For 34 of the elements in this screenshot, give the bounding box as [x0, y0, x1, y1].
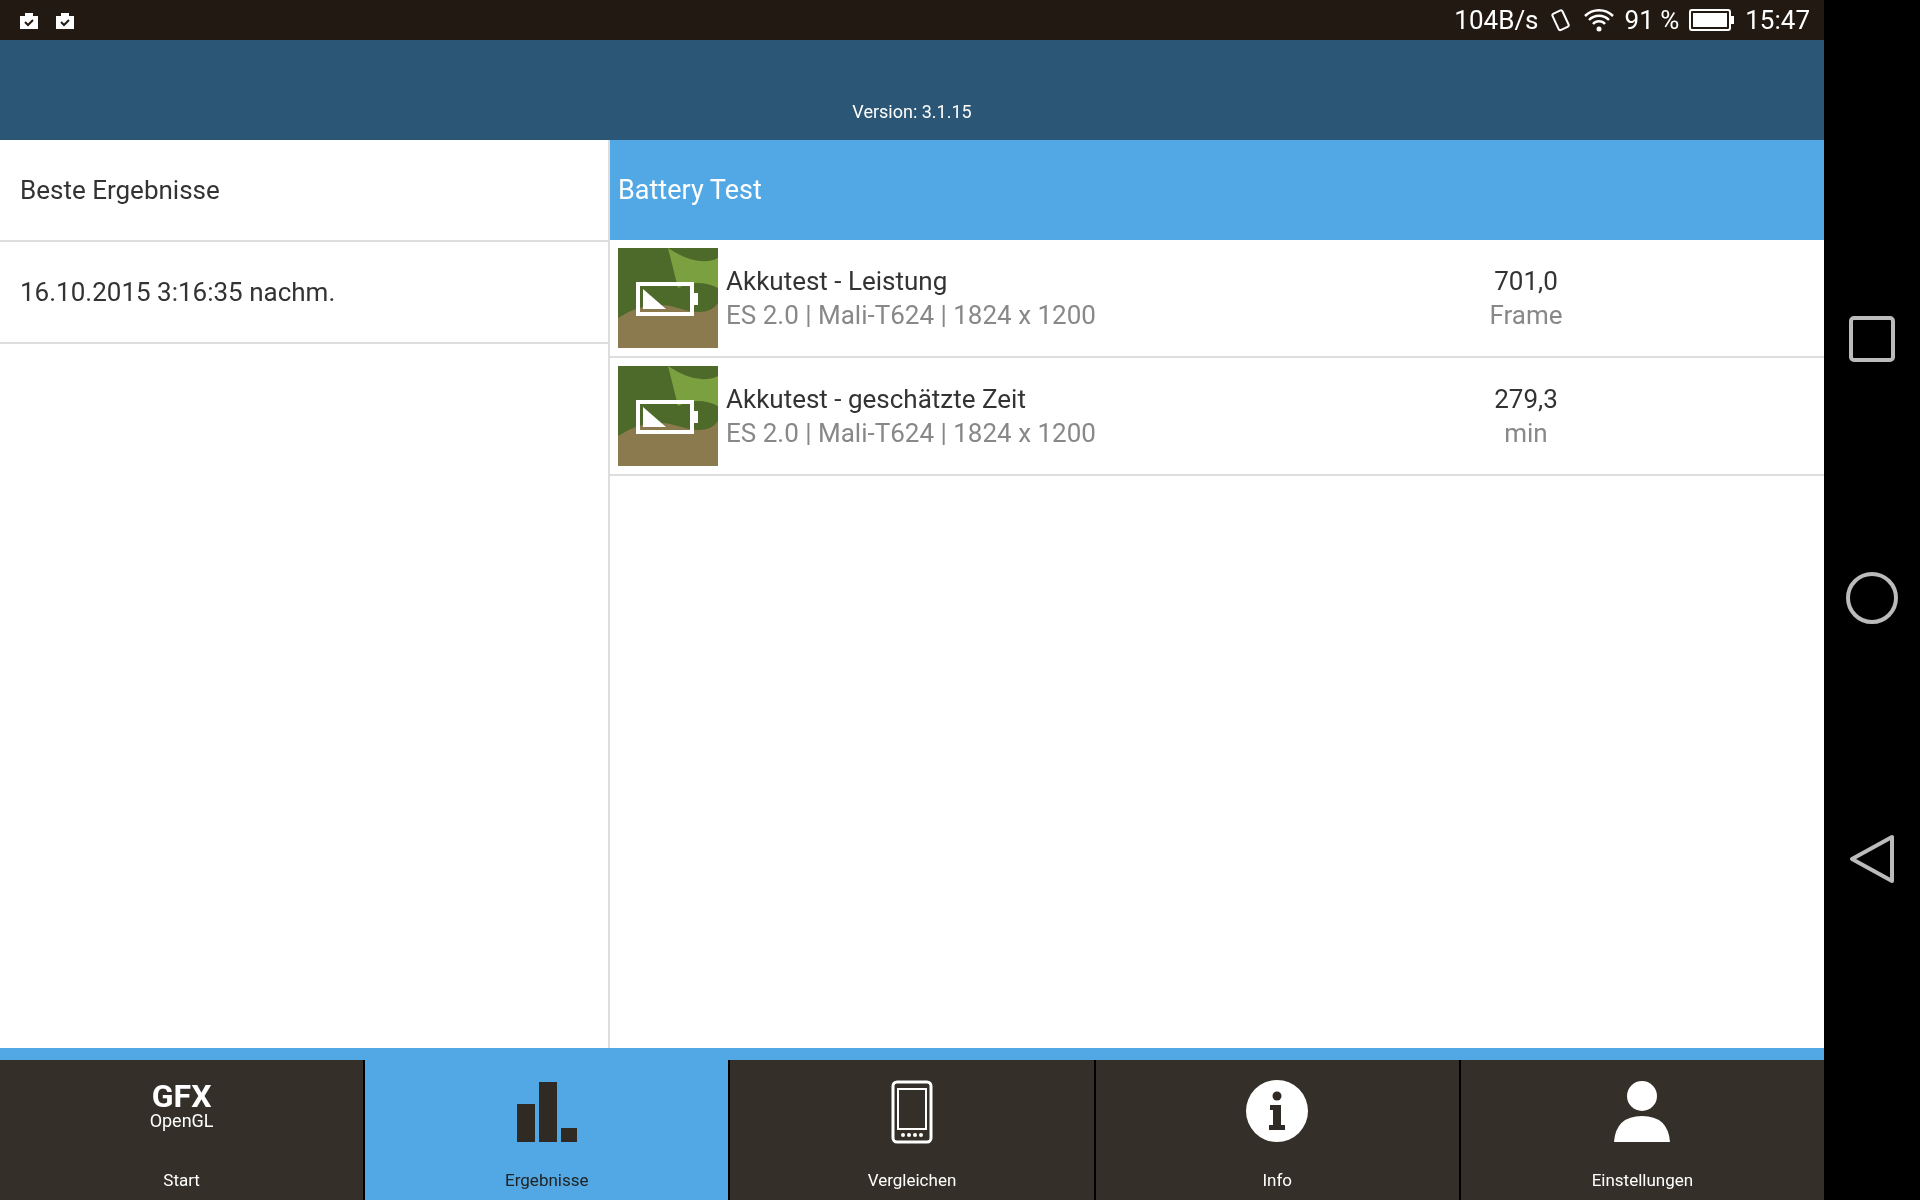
score-value: 279,3 [1494, 384, 1558, 414]
nav-tab[interactable]: Vergleichen [730, 1060, 1094, 1200]
score-unit: Frame [1489, 300, 1563, 330]
briefcase-check-icon [54, 10, 76, 30]
vibrate-icon [1548, 7, 1573, 33]
score-value: 701,0 [1494, 266, 1558, 296]
circle-icon[interactable] [1845, 571, 1899, 625]
panel-title: Beste Ergebnisse [0, 140, 608, 242]
nav-tab[interactable]: Ergebnisse [365, 1060, 729, 1200]
panel-title: Battery Test [610, 140, 1824, 240]
test-name: Akkutest - Leistung [726, 266, 949, 296]
wifi-icon [1582, 7, 1615, 33]
score-unit: min [1504, 418, 1548, 448]
nav-tab[interactable]: Info [1095, 1060, 1459, 1200]
person-icon [1614, 1080, 1671, 1142]
test-name: Akkutest - geschätzte Zeit [726, 384, 1027, 414]
back-triangle-icon[interactable] [1848, 833, 1896, 885]
network-speed: 104B/s [1454, 5, 1539, 35]
nav-tab[interactable]: GFX OpenGL Start [0, 1060, 364, 1200]
logo-title: GFX [151, 1080, 212, 1112]
nav-tab[interactable]: Einstellungen [1460, 1060, 1824, 1200]
square-icon[interactable] [1848, 315, 1896, 363]
test-details: ES 2.0 | Mali-T624 | 1824 x 1200 [726, 418, 1097, 448]
battery-icon [1689, 9, 1736, 31]
bar-chart-icon [514, 1080, 579, 1142]
logo-subtitle: OpenGL [149, 1112, 214, 1130]
battery-percent: 91 % [1624, 5, 1680, 35]
smartphone-icon [891, 1080, 933, 1144]
test-details: ES 2.0 | Mali-T624 | 1824 x 1200 [726, 300, 1097, 330]
version-label: Version: 3.1.15 [852, 101, 972, 122]
result-list-item[interactable]: 16.10.2015 3:16:35 nachm. [0, 242, 608, 344]
briefcase-check-icon [18, 10, 40, 30]
clock-time: 15:47 [1745, 5, 1810, 35]
info-icon [1246, 1080, 1309, 1142]
